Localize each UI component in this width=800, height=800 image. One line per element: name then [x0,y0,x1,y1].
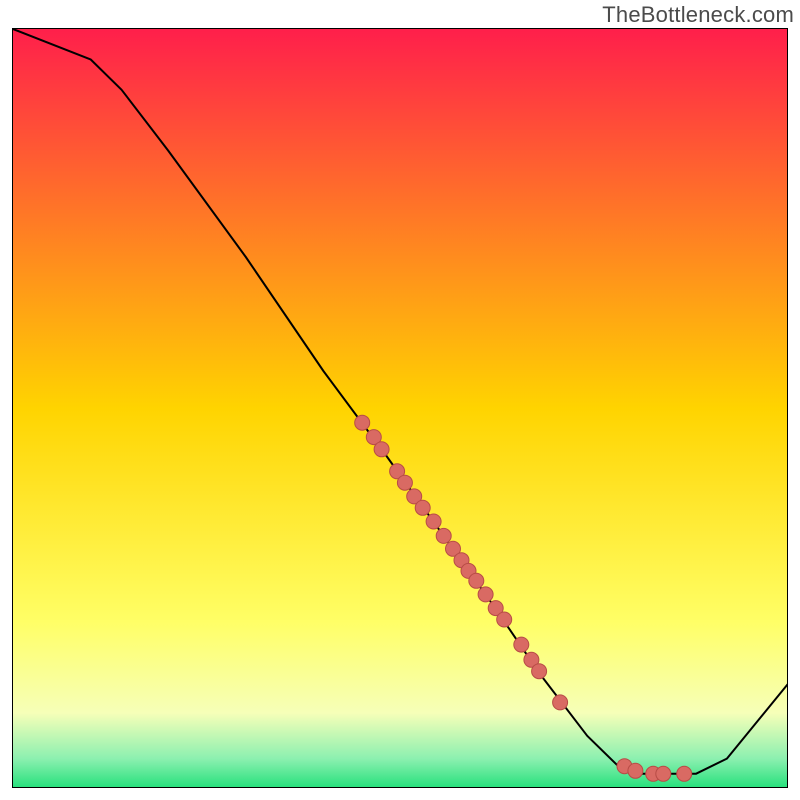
data-point [553,695,568,710]
attribution-text: TheBottleneck.com [602,2,794,28]
gradient-background [13,29,788,788]
data-point [628,763,643,778]
data-point [374,442,389,457]
data-point [469,573,484,588]
data-point [532,664,547,679]
data-point [656,766,671,781]
chart-svg [13,29,788,788]
data-point [436,528,451,543]
data-point [677,766,692,781]
data-point [415,500,430,515]
data-point [514,637,529,652]
data-point [426,514,441,529]
data-point [497,612,512,627]
data-point [397,475,412,490]
chart-plot-area [12,28,788,788]
data-point [478,587,493,602]
data-point [355,415,370,430]
